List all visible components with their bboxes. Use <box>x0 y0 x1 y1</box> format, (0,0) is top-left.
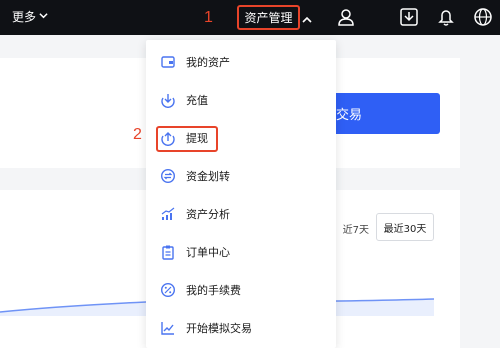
menu-item-label: 资金划转 <box>186 170 230 183</box>
menu-item-deposit[interactable]: 充值 <box>146 82 336 118</box>
chevron-up-icon[interactable] <box>302 10 312 23</box>
range-30d-label: 最近30天 <box>383 223 427 235</box>
deposit-icon <box>160 92 176 108</box>
wallet-icon <box>160 54 176 70</box>
transfer-icon <box>160 168 176 184</box>
range-30d-tab[interactable]: 最近30天 <box>376 213 434 241</box>
menu-item-order-center[interactable]: 订单中心 <box>146 234 336 270</box>
user-icon[interactable] <box>335 6 357 28</box>
menu-item-withdraw[interactable]: 提现 <box>146 120 336 156</box>
asset-management-dropdown: 我的资产 充值 提现 资金划转 资产分析 订单中心 我的手续费 开始模拟交易 <box>146 40 336 348</box>
menu-item-demo-trading[interactable]: 开始模拟交易 <box>146 310 336 346</box>
menu-item-label: 充值 <box>186 94 208 107</box>
menu-item-label: 我的手续费 <box>186 284 241 297</box>
menu-item-label: 提现 <box>186 132 208 145</box>
menu-item-label: 资产分析 <box>186 208 230 221</box>
trend-icon <box>160 320 176 336</box>
asset-management-button[interactable]: 资产管理 <box>237 5 300 30</box>
menu-item-my-assets[interactable]: 我的资产 <box>146 44 336 80</box>
top-nav: 更多 资产管理 <box>0 0 500 35</box>
globe-icon[interactable] <box>472 6 494 28</box>
more-menu[interactable]: 更多 <box>12 8 48 25</box>
clipboard-icon <box>160 244 176 260</box>
bell-icon[interactable] <box>435 6 457 28</box>
menu-item-transfer[interactable]: 资金划转 <box>146 158 336 194</box>
range-7d-label: 近7天 <box>342 224 369 236</box>
step-1-annotation: 1 <box>204 9 213 26</box>
menu-item-my-fees[interactable]: 我的手续费 <box>146 272 336 308</box>
asset-management-label: 资产管理 <box>244 11 293 25</box>
menu-item-label: 开始模拟交易 <box>186 322 252 335</box>
menu-item-label: 订单中心 <box>186 246 230 259</box>
fee-icon <box>160 282 176 298</box>
menu-item-asset-analysis[interactable]: 资产分析 <box>146 196 336 232</box>
more-label: 更多 <box>12 10 37 24</box>
download-icon[interactable] <box>398 6 420 28</box>
withdraw-icon <box>160 130 176 146</box>
trade-button-label: 交易 <box>336 108 363 123</box>
chart-icon <box>160 206 176 222</box>
menu-item-label: 我的资产 <box>186 56 230 69</box>
chevron-down-icon <box>39 11 48 23</box>
step-2-annotation: 2 <box>133 126 142 143</box>
